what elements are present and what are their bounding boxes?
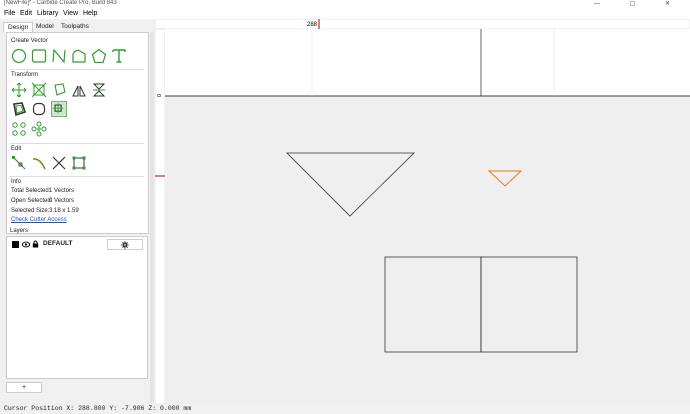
info-title: Info	[11, 179, 22, 185]
menu-help[interactable]: Help	[83, 10, 97, 17]
polygon-icon[interactable]	[71, 48, 87, 64]
top-ruler-marker-label: 288	[307, 22, 318, 28]
menu-edit[interactable]: Edit	[20, 10, 32, 17]
add-layer-button[interactable]: +	[6, 382, 42, 393]
mirror-icon[interactable]	[71, 82, 87, 98]
circle-icon[interactable]	[11, 48, 27, 64]
bounding-box-icon[interactable]	[71, 155, 87, 171]
tab-toolpaths[interactable]: Toolpaths	[57, 22, 93, 32]
menu-bar: File Edit Library View Help	[0, 8, 690, 19]
layer-settings-button[interactable]	[107, 239, 143, 250]
divider	[10, 69, 144, 70]
rectangle-icon[interactable]	[31, 48, 47, 64]
tab-model[interactable]: Model	[32, 22, 58, 32]
canvas-background	[165, 97, 690, 404]
canvas-svg: 288 0	[154, 18, 690, 405]
top-ruler	[154, 18, 690, 30]
circular-array-icon[interactable]	[31, 121, 47, 137]
curve-icon[interactable]	[51, 48, 67, 64]
flip-icon[interactable]	[91, 82, 107, 98]
create-vector-title: Create Vector	[11, 38, 48, 44]
pentagon-icon[interactable]	[91, 48, 107, 64]
layers-list: DEFAULT	[6, 236, 148, 379]
left-ruler	[154, 28, 166, 405]
title-bar: [NewFile]* - Carbide Create Pro, Build 8…	[0, 0, 690, 8]
offset-icon[interactable]	[11, 101, 27, 117]
open-selected-label: Open Selected:	[11, 198, 53, 204]
selected-size-label: Selected Size:	[11, 208, 50, 214]
layer-name: DEFAULT	[43, 240, 73, 247]
move-icon[interactable]	[11, 82, 27, 98]
cut-icon[interactable]	[51, 155, 67, 171]
resize-icon[interactable]	[31, 82, 47, 98]
divider	[10, 176, 144, 177]
open-selected-value: 0 Vectors	[49, 198, 75, 204]
cursor-position: Cursor Position X: 288.800 Y: -7.906 Z: …	[4, 405, 192, 412]
design-panel: Create Vector Transform Edit Info Total …	[6, 32, 149, 234]
panel-scrollbar[interactable]	[150, 32, 154, 402]
fillet-icon[interactable]	[31, 101, 47, 117]
gear-icon	[121, 240, 129, 249]
rotate-icon[interactable]	[51, 82, 67, 98]
total-selected-value: 1 Vectors	[49, 188, 75, 194]
menu-view[interactable]: View	[63, 10, 78, 17]
status-bar: Cursor Position X: 288.800 Y: -7.906 Z: …	[0, 404, 690, 414]
selected-size-value: 3.18 x 1.59	[49, 208, 79, 214]
window-title: [NewFile]* - Carbide Create Pro, Build 8…	[4, 0, 117, 6]
check-cutter-access-link[interactable]: Check Cutter Access	[11, 217, 67, 223]
node-edit-icon[interactable]	[11, 155, 27, 171]
layers-title: Layers	[10, 228, 29, 234]
lock-icon[interactable]	[32, 240, 39, 248]
menu-library[interactable]: Library	[37, 10, 58, 17]
align-icon	[52, 102, 64, 114]
divider	[10, 143, 144, 144]
layer-color-swatch[interactable]	[12, 241, 19, 248]
trim-icon[interactable]	[31, 155, 47, 171]
tab-design[interactable]: Design	[3, 22, 34, 32]
work-area	[165, 29, 690, 96]
edit-title: Edit	[11, 146, 22, 152]
align-button[interactable]	[51, 101, 67, 117]
text-icon[interactable]	[111, 48, 127, 64]
transform-title: Transform	[11, 72, 39, 78]
tab-bar: Design Model Toolpaths	[0, 22, 150, 32]
list-item[interactable]: DEFAULT	[9, 239, 145, 250]
array-icon[interactable]	[11, 121, 27, 137]
window-controls[interactable]: — ▢ ✕	[594, 0, 684, 7]
menu-file[interactable]: File	[4, 10, 15, 17]
eye-icon[interactable]	[22, 241, 30, 248]
left-ruler-marker-label: 0	[157, 94, 163, 97]
total-selected-label: Total Selected:	[11, 188, 51, 194]
design-canvas[interactable]: 288 0	[154, 18, 690, 405]
